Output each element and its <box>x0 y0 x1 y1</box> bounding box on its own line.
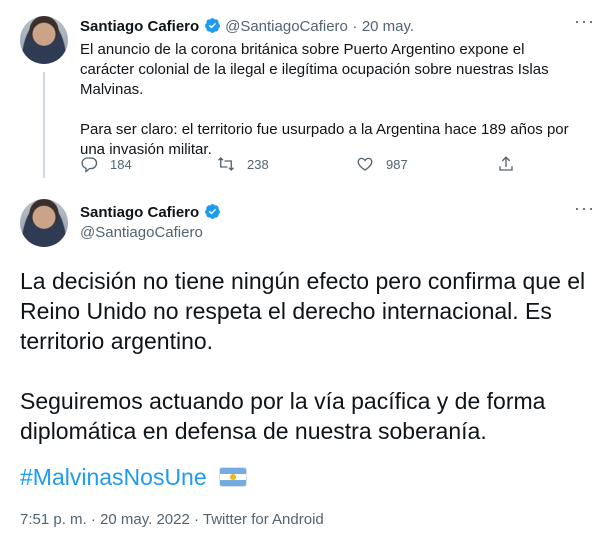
tweet-paragraph: Seguiremos actuando por la vía pacífica … <box>20 388 546 444</box>
main-tweet-text: La decisión no tiene ningún efecto pero … <box>20 266 590 446</box>
verified-badge-icon <box>204 18 220 33</box>
parent-tweet-header: Santiago Cafiero @SantiagoCafiero · 20 m… <box>80 17 414 36</box>
retweet-icon <box>218 157 234 171</box>
avatar[interactable] <box>20 16 68 64</box>
like-icon <box>357 157 373 171</box>
like-count: 987 <box>386 156 408 172</box>
hashtag-line: #MalvinasNosUne <box>20 464 248 491</box>
reply-icon <box>81 157 98 173</box>
share-button[interactable] <box>497 155 527 173</box>
retweet-count: 238 <box>247 156 269 172</box>
tweet-paragraph: La decisión no tiene ningún efecto pero … <box>20 268 586 354</box>
like-button[interactable]: 987 <box>356 155 408 173</box>
reply-count: 184 <box>110 156 132 172</box>
tweet-date[interactable]: 20 may. <box>362 18 414 35</box>
hashtag-link[interactable]: #MalvinasNosUne <box>20 464 207 490</box>
verified-badge-icon <box>204 204 220 219</box>
author-name[interactable]: Santiago Cafiero <box>80 204 199 221</box>
main-tweet-header: Santiago Cafiero <box>80 203 221 222</box>
tweet-paragraph: El anuncio de la corona británica sobre … <box>80 41 549 98</box>
tweet-timestamp[interactable]: 7:51 p. m. · 20 may. 2022 · Twitter for … <box>20 511 324 528</box>
thread-line <box>43 72 45 178</box>
author-name[interactable]: Santiago Cafiero <box>80 18 199 35</box>
author-handle[interactable]: @SantiagoCafiero <box>225 18 348 35</box>
more-icon[interactable]: ··· <box>574 12 595 30</box>
avatar[interactable] <box>20 199 68 247</box>
parent-tweet-text: El anuncio de la corona británica sobre … <box>80 40 580 160</box>
share-icon <box>499 156 513 171</box>
author-handle[interactable]: @SantiagoCafiero <box>80 224 203 241</box>
separator: · <box>352 18 358 35</box>
retweet-button[interactable]: 238 <box>217 155 269 173</box>
argentina-flag-icon <box>219 467 248 487</box>
tweet-paragraph: Para ser claro: el territorio fue usurpa… <box>80 121 569 158</box>
reply-button[interactable]: 184 <box>80 155 132 173</box>
more-icon[interactable]: ··· <box>574 199 595 217</box>
